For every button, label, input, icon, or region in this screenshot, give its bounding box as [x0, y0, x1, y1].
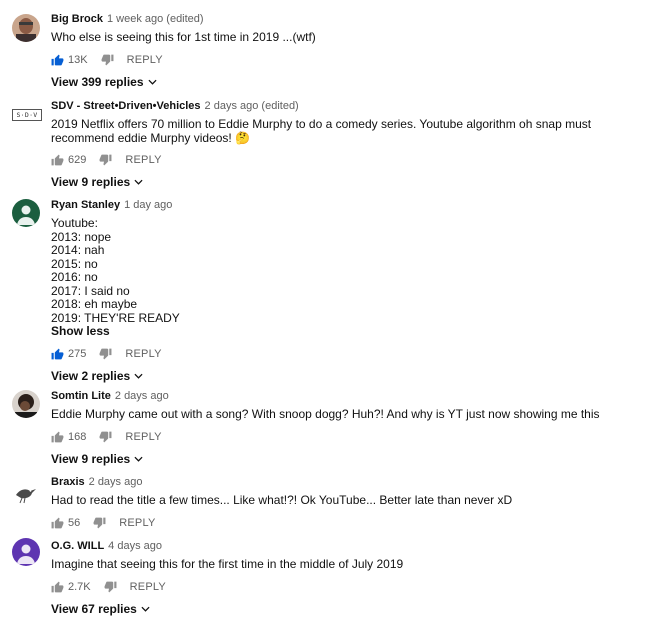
comment-author[interactable]: SDV - Street•Driven•Vehicles	[51, 100, 201, 112]
avatar[interactable]	[12, 479, 40, 507]
comment-line: 2016: no	[51, 270, 98, 284]
comment-text: Youtube: 2013: nope 2014: nah 2015: no 2…	[51, 216, 640, 339]
view-replies-label: View 399 replies	[51, 74, 144, 89]
comment-author[interactable]: Somtin Lite	[51, 390, 111, 402]
avatar[interactable]	[12, 390, 40, 418]
thumbs-up-icon[interactable]	[51, 54, 64, 66]
thumbs-down-icon[interactable]	[99, 154, 112, 166]
comment-time[interactable]: 1 day ago	[124, 199, 172, 211]
view-replies-button[interactable]: View 9 replies	[51, 452, 143, 466]
reply-button[interactable]: REPLY	[119, 517, 155, 529]
comment-line: 2018: eh maybe	[51, 297, 138, 311]
thumbs-up-icon[interactable]	[51, 154, 64, 166]
comment-line: Youtube:	[51, 216, 98, 230]
comment-actions: 275 REPLY	[51, 346, 640, 362]
avatar[interactable]: S·D·V	[12, 109, 42, 121]
comment-time[interactable]: 4 days ago	[108, 540, 162, 552]
chevron-down-icon	[134, 373, 143, 379]
comment-text: Had to read the title a few times... Lik…	[51, 493, 513, 507]
comment-line: 2015: no	[51, 256, 98, 271]
thumbs-down-icon[interactable]	[99, 348, 112, 360]
thumbs-down-icon[interactable]	[104, 581, 117, 593]
view-replies-button[interactable]: View 2 replies	[51, 369, 143, 383]
thumbs-down-icon[interactable]	[93, 517, 106, 529]
view-replies-label: View 67 replies	[51, 601, 137, 616]
show-less-button[interactable]: Show less	[51, 324, 640, 339]
comment-actions: 2.7K REPLY	[51, 579, 640, 595]
comment-author[interactable]: Braxis	[51, 476, 85, 488]
thumbs-up-icon[interactable]	[51, 581, 64, 593]
comment-line: 2013: nope	[51, 229, 112, 244]
comment-time[interactable]: 1 week ago (edited)	[107, 13, 204, 25]
thumbs-up-icon[interactable]	[51, 348, 64, 360]
view-replies-label: View 9 replies	[51, 451, 131, 466]
chevron-down-icon	[141, 606, 150, 612]
comment-author[interactable]: O.G. WILL	[51, 540, 104, 552]
comment-text: Who else is seeing this for 1st time in …	[51, 30, 316, 44]
reply-button[interactable]: REPLY	[125, 154, 161, 166]
view-replies-button[interactable]: View 399 replies	[51, 75, 157, 89]
chevron-down-icon	[147, 79, 157, 85]
chevron-down-icon	[134, 456, 143, 462]
view-replies-button[interactable]: View 67 replies	[51, 602, 150, 616]
like-count: 629	[68, 154, 87, 166]
like-count: 13K	[68, 53, 88, 66]
view-replies-button[interactable]: View 9 replies	[51, 175, 143, 189]
reply-button[interactable]: REPLY	[127, 54, 163, 66]
comment-actions: 13K REPLY	[51, 52, 640, 68]
comment-time[interactable]: 2 days ago	[89, 476, 143, 488]
thumbs-down-icon[interactable]	[101, 54, 114, 66]
chevron-down-icon	[134, 179, 143, 185]
comment-time[interactable]: 2 days ago (edited)	[205, 100, 299, 112]
reply-button[interactable]: REPLY	[125, 348, 161, 360]
like-count: 168	[68, 430, 87, 443]
view-replies-label: View 2 replies	[51, 368, 131, 383]
comment-actions: 629 REPLY	[51, 152, 640, 168]
comment-actions: 168 REPLY	[51, 429, 640, 445]
thumbs-up-icon[interactable]	[51, 517, 64, 529]
avatar[interactable]	[12, 14, 40, 42]
comment-line: 2019: THEY'RE READY	[51, 310, 180, 325]
like-count: 275	[68, 347, 87, 360]
avatar[interactable]	[12, 199, 40, 227]
like-count: 2.7K	[68, 580, 91, 593]
comment-text: 2019 Netflix offers 70 million to Eddie …	[51, 117, 592, 145]
comment-actions: 56 REPLY	[51, 515, 640, 531]
reply-button[interactable]: REPLY	[130, 581, 166, 593]
avatar[interactable]	[12, 538, 40, 566]
comment-author[interactable]: Big Brock	[51, 13, 103, 25]
reply-button[interactable]: REPLY	[125, 431, 161, 443]
comment-author[interactable]: Ryan Stanley	[51, 199, 120, 211]
comment-time[interactable]: 2 days ago	[115, 390, 169, 402]
view-replies-label: View 9 replies	[51, 175, 131, 189]
comment-line: 2017: I said no	[51, 283, 130, 298]
comment-text: Imagine that seeing this for the first t…	[51, 557, 404, 571]
thumbs-up-icon[interactable]	[51, 431, 64, 443]
thumbs-down-icon[interactable]	[99, 431, 112, 443]
comment-line: 2014: nah	[51, 243, 105, 257]
comment-text: Eddie Murphy came out with a song? With …	[51, 407, 600, 421]
like-count: 56	[68, 516, 81, 529]
